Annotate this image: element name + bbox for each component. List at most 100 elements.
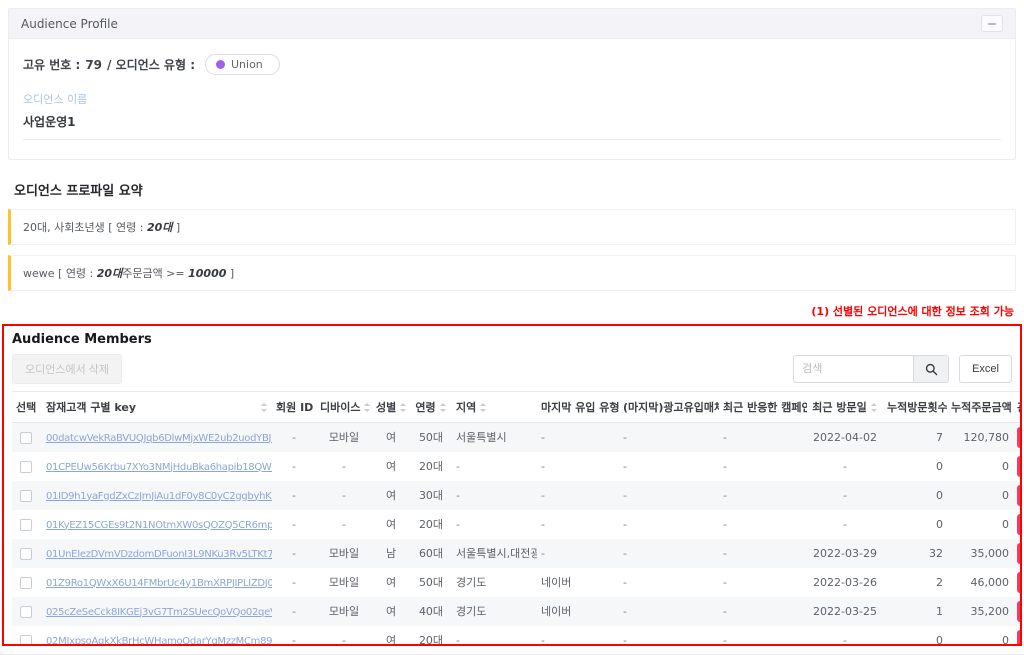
cell-age: 20대 bbox=[410, 510, 452, 539]
cell-key: 01ID9h1yaFgdZxCzJmJiAu1dF0y8C0yC2ggbyhKI bbox=[42, 481, 272, 510]
cell-key: 01Z9Ro1QWxX6U14FMbrUc4y1BmXRPJIPLIZDJ0tG bbox=[42, 568, 272, 597]
cell-manage: 삭제 bbox=[1013, 423, 1022, 453]
column-header-manage[interactable]: 관리 bbox=[1013, 392, 1022, 423]
column-header-key[interactable]: 잠재고객 구별 key bbox=[42, 392, 272, 423]
search-button[interactable] bbox=[913, 355, 949, 383]
cell-value: 여 bbox=[386, 460, 396, 473]
customer-key-link[interactable]: 01ID9h1yaFgdZxCzJmJiAu1dF0y8C0yC2ggbyhKI bbox=[46, 491, 272, 502]
cell-value: 32 bbox=[929, 547, 943, 560]
cell-value: - bbox=[723, 634, 727, 646]
cell-value: - bbox=[723, 605, 727, 618]
cell-value: - bbox=[342, 518, 346, 531]
column-header-recent_campaign[interactable]: 최근 반응한 캠페인 bbox=[719, 392, 807, 423]
row-checkbox[interactable] bbox=[20, 490, 32, 502]
members-toolbar: 오디언스에서 삭제 Excel bbox=[12, 354, 1012, 384]
cell-member_id: - bbox=[272, 452, 316, 481]
cell-last_ad_media: - bbox=[619, 510, 719, 539]
column-label: 회원 ID bbox=[276, 401, 313, 414]
column-header-last_visit[interactable]: 최근 방문일 bbox=[807, 392, 883, 423]
cell-value: 20대 bbox=[419, 634, 443, 646]
delete-row-button[interactable]: 삭제 bbox=[1017, 601, 1022, 622]
cell-last_visit: 2022-03-25 bbox=[807, 597, 883, 626]
column-header-age[interactable]: 연령 bbox=[410, 392, 452, 423]
minimize-button[interactable] bbox=[981, 15, 1003, 32]
cell-value: 2 bbox=[936, 576, 943, 589]
cell-value: - bbox=[342, 489, 346, 502]
cell-value: 0 bbox=[1002, 460, 1009, 473]
row-checkbox[interactable] bbox=[20, 577, 32, 589]
table-row: 01KyEZ15CGEs9t2N1NOtmXW0sQOZQ5CR6mpKIrQY… bbox=[12, 510, 1022, 539]
delete-row-button[interactable]: 삭제 bbox=[1017, 543, 1022, 564]
column-header-member_id[interactable]: 회원 ID bbox=[272, 392, 316, 423]
cell-value: 모바일 bbox=[329, 431, 359, 444]
delete-row-button[interactable]: 삭제 bbox=[1017, 485, 1022, 506]
row-checkbox[interactable] bbox=[20, 519, 32, 531]
customer-key-link[interactable]: 01UnEIezDVmVDzdomDFuonI3L9NKu3Rv5LTKt7k7 bbox=[46, 549, 272, 560]
cell-value: 35,200 bbox=[971, 605, 1010, 618]
delete-row-button[interactable]: 삭제 bbox=[1017, 630, 1022, 646]
delete-selected-button[interactable]: 오디언스에서 삭제 bbox=[12, 354, 122, 384]
cell-last_ad_media: - bbox=[619, 423, 719, 453]
cell-device: - bbox=[316, 481, 372, 510]
delete-row-button[interactable]: 삭제 bbox=[1017, 514, 1022, 535]
column-header-region[interactable]: 지역 bbox=[452, 392, 537, 423]
row-checkbox[interactable] bbox=[20, 432, 32, 444]
column-label: 디바이스 bbox=[320, 401, 360, 414]
row-checkbox[interactable] bbox=[20, 461, 32, 473]
cell-value: 0 bbox=[1002, 634, 1009, 646]
cell-value: - bbox=[292, 547, 296, 560]
customer-key-link[interactable]: 025cZeSeCck8IKGEj3vG7Tm2SUecQoVQo02qeVFQ bbox=[46, 607, 272, 618]
summary-section-title: 오디언스 프로파일 요약 bbox=[14, 180, 1010, 199]
cell-value: - bbox=[843, 634, 847, 646]
cell-value: - bbox=[723, 547, 727, 560]
cell-value: - bbox=[541, 634, 545, 646]
cell-value: - bbox=[342, 634, 346, 646]
cell-value: 46,000 bbox=[971, 576, 1010, 589]
column-header-gender[interactable]: 성별 bbox=[372, 392, 410, 423]
cell-value: - bbox=[723, 518, 727, 531]
column-label: 관리 bbox=[1017, 401, 1022, 414]
column-label: (마지막)광고유입매체 bbox=[623, 401, 719, 414]
cell-last_visit: - bbox=[807, 626, 883, 646]
row-checkbox[interactable] bbox=[20, 548, 32, 560]
cell-value: 2022-03-25 bbox=[813, 605, 877, 618]
column-header-last_inflow_type[interactable]: 마지막 유입 유형 bbox=[537, 392, 619, 423]
customer-key-link[interactable]: 02MIxpsoAgkXkBrHcWHamoQdarYqMzzMCm89LAzl bbox=[46, 636, 272, 647]
cell-manage: 삭제 bbox=[1013, 452, 1022, 481]
cell-value: 0 bbox=[936, 634, 943, 646]
row-checkbox[interactable] bbox=[20, 606, 32, 618]
cell-value: 20대 bbox=[419, 460, 443, 473]
cell-region: - bbox=[452, 452, 537, 481]
cell-select bbox=[12, 452, 42, 481]
type-color-dot-icon bbox=[216, 60, 225, 69]
delete-row-button[interactable]: 삭제 bbox=[1017, 456, 1022, 477]
cell-value: 0 bbox=[1002, 518, 1009, 531]
cell-last_ad_media: - bbox=[619, 539, 719, 568]
excel-button[interactable]: Excel bbox=[959, 355, 1012, 383]
customer-key-link[interactable]: 01KyEZ15CGEs9t2N1NOtmXW0sQOZQ5CR6mpKIrQY bbox=[46, 520, 272, 531]
delete-row-button[interactable]: 삭제 bbox=[1017, 427, 1022, 448]
cell-gender: 여 bbox=[372, 510, 410, 539]
cell-device: - bbox=[316, 626, 372, 646]
summary-item: wewe [ 연령 : 20대주문금액 >= 10000 ] bbox=[8, 255, 1016, 291]
search-input[interactable] bbox=[793, 355, 913, 383]
customer-key-link[interactable]: 00datcwVekRaBVUQJqb6DlwMjxWE2ub2uodYBJUP bbox=[46, 433, 272, 444]
cell-region: 서울특별시 bbox=[452, 423, 537, 453]
table-row: 02MIxpsoAgkXkBrHcWHamoQdarYqMzzMCm89LAzl… bbox=[12, 626, 1022, 646]
column-header-device[interactable]: 디바이스 bbox=[316, 392, 372, 423]
cell-value: 네이버 bbox=[541, 576, 571, 589]
members-notice: (1) 선별된 오디언스에 대한 정보 조회 가능 bbox=[10, 303, 1014, 319]
cell-manage: 삭제 bbox=[1013, 626, 1022, 646]
row-checkbox[interactable] bbox=[20, 635, 32, 646]
cell-value: 0 bbox=[1002, 489, 1009, 502]
column-header-last_ad_media[interactable]: (마지막)광고유입매체 bbox=[619, 392, 719, 423]
customer-key-link[interactable]: 01CPEUw56Krbu7XYo3NMjHduBka6hapib18QWEV2 bbox=[46, 462, 272, 473]
summary-text: 20대, 사회초년생 [ 연령 : bbox=[23, 221, 147, 234]
customer-key-link[interactable]: 01Z9Ro1QWxX6U14FMbrUc4y1BmXRPJIPLIZDJ0tG bbox=[46, 578, 272, 589]
cell-gender: 여 bbox=[372, 452, 410, 481]
cell-value: 60대 bbox=[419, 547, 443, 560]
cell-gender: 여 bbox=[372, 597, 410, 626]
delete-row-button[interactable]: 삭제 bbox=[1017, 572, 1022, 593]
cell-value: - bbox=[541, 431, 545, 444]
cell-last_inflow_type: 네이버 bbox=[537, 568, 619, 597]
